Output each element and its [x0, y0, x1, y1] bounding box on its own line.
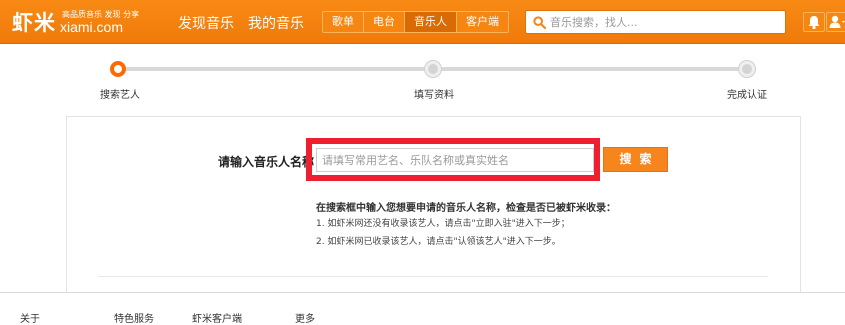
tab-playlists[interactable]: 歌单: [323, 12, 364, 32]
user-menu-button[interactable]: [826, 12, 845, 32]
category-tabs: 歌单 电台 音乐人 客户端: [322, 11, 509, 33]
tab-client[interactable]: 客户端: [457, 12, 508, 32]
panel-divider: [98, 276, 768, 277]
highlight-box: [306, 138, 600, 181]
user-icon: [829, 15, 845, 28]
step-3-dot: [739, 61, 755, 77]
instruction-line-2: 2. 如虾米网已收录该艺人，请点击"认领该艺人"进入下一步。: [316, 237, 561, 247]
step-3-label: 完成认证: [727, 90, 767, 101]
nav-discover-music[interactable]: 发现音乐: [178, 13, 234, 33]
instruction-line-1: 1. 如虾米网还没有收录该艺人，请点击"立即入驻"进入下一步；: [316, 219, 570, 229]
bell-icon: [808, 16, 820, 30]
tab-radio[interactable]: 电台: [364, 12, 405, 32]
top-header: 虾米 高品质音乐 发现 分享 xiami.com 发现音乐 我的音乐 歌单 电台…: [0, 0, 845, 44]
artist-name-label: 请输入音乐人名称: [218, 155, 315, 169]
search-icon[interactable]: [533, 16, 546, 29]
step-connector-2: [433, 67, 745, 71]
step-2-dot: [425, 61, 441, 77]
logo-text: 虾米: [12, 11, 56, 35]
notification-button[interactable]: [803, 12, 825, 32]
step-2-label: 填写资料: [414, 90, 454, 101]
header-search-input[interactable]: [550, 13, 780, 31]
footer-divider: [0, 292, 845, 293]
logo-domain: xiami.com: [60, 19, 124, 35]
step-connector-1: [120, 67, 432, 71]
step-1-dot: [110, 61, 126, 77]
header-search-box: [525, 10, 786, 34]
nav-my-music[interactable]: 我的音乐: [248, 13, 304, 33]
step-1-label: 搜索艺人: [100, 90, 140, 101]
tab-musicians[interactable]: 音乐人: [405, 12, 457, 32]
instructions-title: 在搜索框中输入您想要申请的音乐人名称，检查是否已被虾米收录：: [316, 203, 616, 214]
search-button[interactable]: 搜索: [603, 147, 668, 172]
